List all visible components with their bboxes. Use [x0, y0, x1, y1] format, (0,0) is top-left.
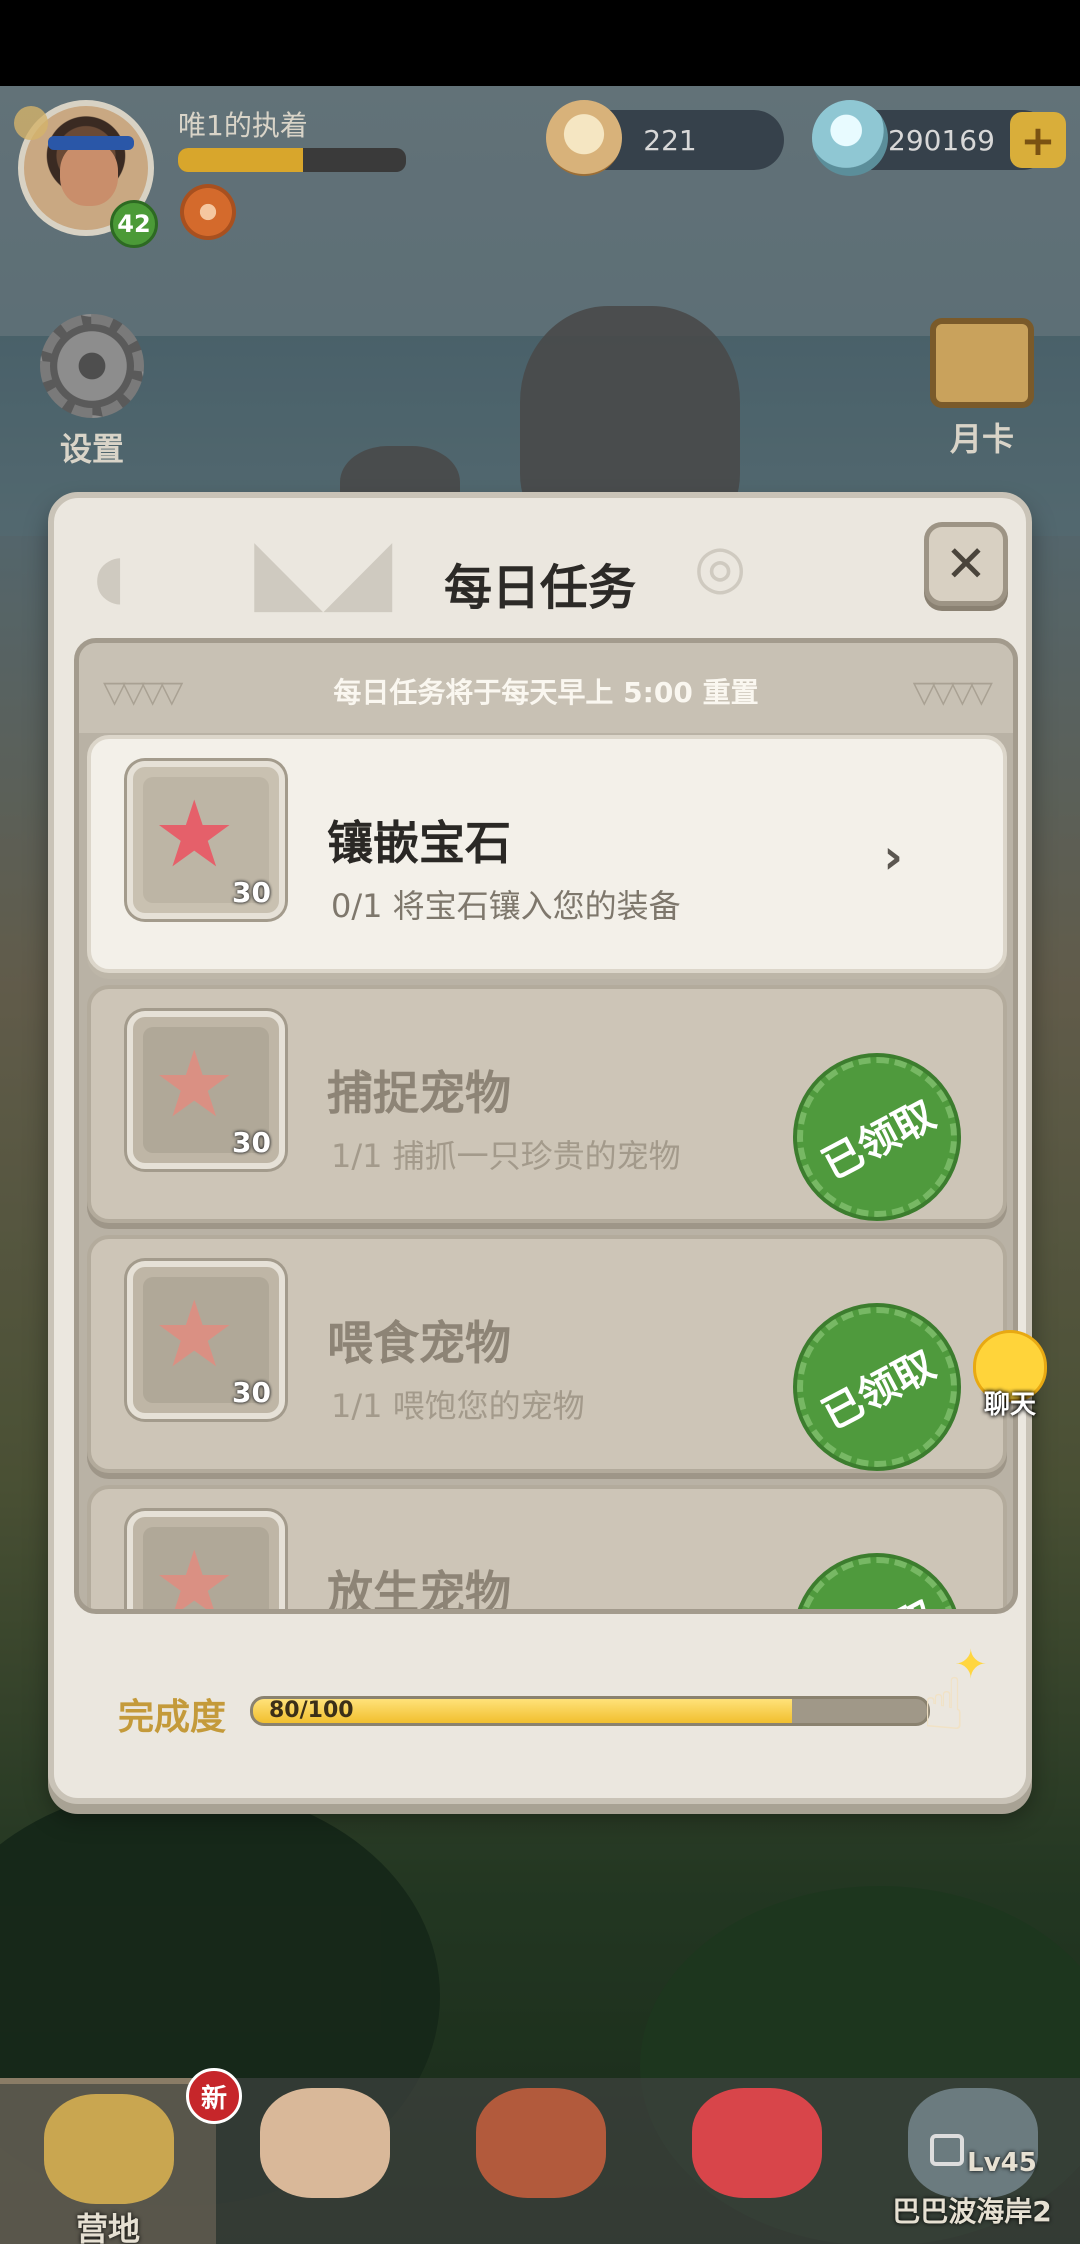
reset-note: 每日任务将于每天早上 5:00 重置	[333, 676, 759, 709]
claimed-stamp: 已领取	[797, 1307, 957, 1467]
tap-hand-icon[interactable]: ☝	[922, 1668, 966, 1740]
locked-stage-label: 巴巴波海岸2	[892, 2195, 1052, 2228]
new-badge: 新	[186, 2068, 242, 2124]
task-item-catch-pet: ★ 30 捕捉宠物 1/1 捕抓一只珍贵的宠物 已领取	[87, 985, 1007, 1223]
task-item-feed-pet: ★ 30 喂食宠物 1/1 喂饱您的宠物 已领取	[87, 1235, 1007, 1473]
settings-label: 设置	[59, 430, 124, 468]
completion-progress-text: 80/100	[269, 1698, 354, 1723]
hero-icon	[260, 2088, 390, 2198]
nav-totem[interactable]	[432, 2078, 648, 2244]
reward-slot: ★ 30	[127, 1011, 285, 1169]
claimed-stamp: 已领取	[797, 1057, 957, 1217]
avatar-badge-icon	[14, 106, 48, 140]
nav-camp[interactable]: 营地	[0, 2078, 216, 2244]
nav-locked-stage[interactable]: Lv45 巴巴波海岸2	[864, 2078, 1080, 2244]
task-item-insert-gem[interactable]: ★ 30 镶嵌宝石 0/1 将宝石镶入您的装备 ›	[87, 735, 1007, 973]
completion-label: 完成度	[118, 1697, 227, 1738]
status-bar	[0, 0, 1080, 86]
bottom-nav: 营地 Lv45 巴巴波海岸2	[0, 2078, 1080, 2244]
task-item-release-pet: ★ 30 放生宠物 已领取	[87, 1485, 1007, 1614]
task-description: 1/1 喂饱您的宠物	[331, 1387, 585, 1425]
task-title: 捕捉宠物	[327, 1066, 511, 1120]
task-list-header: ▽▽▽▽ 每日任务将于每天早上 5:00 重置 ▽▽▽▽	[79, 643, 1013, 733]
gem-currency: 290169 +	[812, 100, 1066, 176]
starfish-icon: ★	[153, 1031, 236, 1138]
starfish-icon: ★	[153, 1281, 236, 1388]
completion-progress-bar: 80/100	[250, 1696, 930, 1726]
claimed-label: 已领取	[810, 1583, 943, 1609]
nav-camp-label: 营地	[75, 2210, 140, 2244]
locked-level: Lv45	[967, 2148, 1037, 2178]
claimed-label: 已领取	[815, 1092, 943, 1190]
xp-bar	[178, 148, 406, 172]
task-title: 喂食宠物	[327, 1316, 511, 1370]
claimed-stamp: 已领取	[797, 1557, 957, 1609]
map-icon	[908, 2088, 1038, 2198]
totem-icon	[476, 2088, 606, 2198]
add-gems-button[interactable]: +	[1010, 112, 1066, 168]
gear-icon	[40, 314, 144, 418]
chat-label: 聊天	[983, 1390, 1036, 1420]
task-description: 0/1 将宝石镶入您的装备	[331, 887, 681, 925]
xp-bar-fill	[178, 148, 304, 172]
monthly-card-button[interactable]: 月卡	[916, 318, 1048, 460]
task-description: 1/1 捕抓一只珍贵的宠物	[331, 1137, 681, 1175]
gem-count: 290169	[888, 123, 995, 157]
settings-button[interactable]: 设置	[30, 314, 154, 470]
reward-slot: ★ 30	[127, 761, 285, 919]
decor-chevrons-right-icon: ▽▽▽▽	[912, 675, 993, 710]
reward-slot: ★ 30	[127, 1261, 285, 1419]
task-title: 放生宠物	[327, 1566, 511, 1614]
rank-medal-icon[interactable]	[180, 184, 236, 240]
pet-dino-icon	[692, 2088, 822, 2198]
task-title: 镶嵌宝石	[327, 816, 511, 870]
dialog-title: 每日任务	[443, 560, 636, 616]
starfish-icon: ★	[153, 781, 236, 888]
camp-hut-icon	[44, 2094, 174, 2204]
shell-currency: 221	[546, 100, 784, 176]
claimed-label: 已领取	[815, 1342, 943, 1440]
reward-quantity: 30	[232, 876, 271, 909]
reward-quantity: 30	[232, 1126, 271, 1159]
nav-pet[interactable]	[648, 2078, 864, 2244]
starfish-icon: ★	[153, 1531, 236, 1614]
task-list[interactable]: ▽▽▽▽ 每日任务将于每天早上 5:00 重置 ▽▽▽▽ ★ 30 镶嵌宝石 0…	[74, 638, 1018, 1614]
daily-tasks-dialog: ◖ ◣◢ ◎ 每日任务 ✕ ▽▽▽▽ 每日任务将于每天早上 5:00 重置 ▽▽…	[48, 492, 1032, 1804]
monthly-card-icon	[930, 318, 1034, 408]
shell-count: 221	[643, 123, 697, 157]
chevron-right-icon[interactable]: ›	[883, 829, 903, 885]
reward-quantity: 30	[232, 1376, 271, 1409]
shell-icon	[546, 100, 622, 176]
lock-icon	[930, 2134, 964, 2166]
close-button[interactable]: ✕	[924, 522, 1008, 606]
gem-icon	[812, 100, 888, 176]
monthly-card-label: 月卡	[949, 420, 1014, 458]
close-icon: ✕	[945, 535, 987, 593]
reward-slot: ★ 30	[127, 1511, 285, 1614]
nav-hero[interactable]	[216, 2078, 432, 2244]
player-level-badge: 42	[110, 200, 158, 248]
chat-button[interactable]: 聊天	[950, 1330, 1070, 1421]
player-name: 唯1的执着	[178, 109, 308, 142]
